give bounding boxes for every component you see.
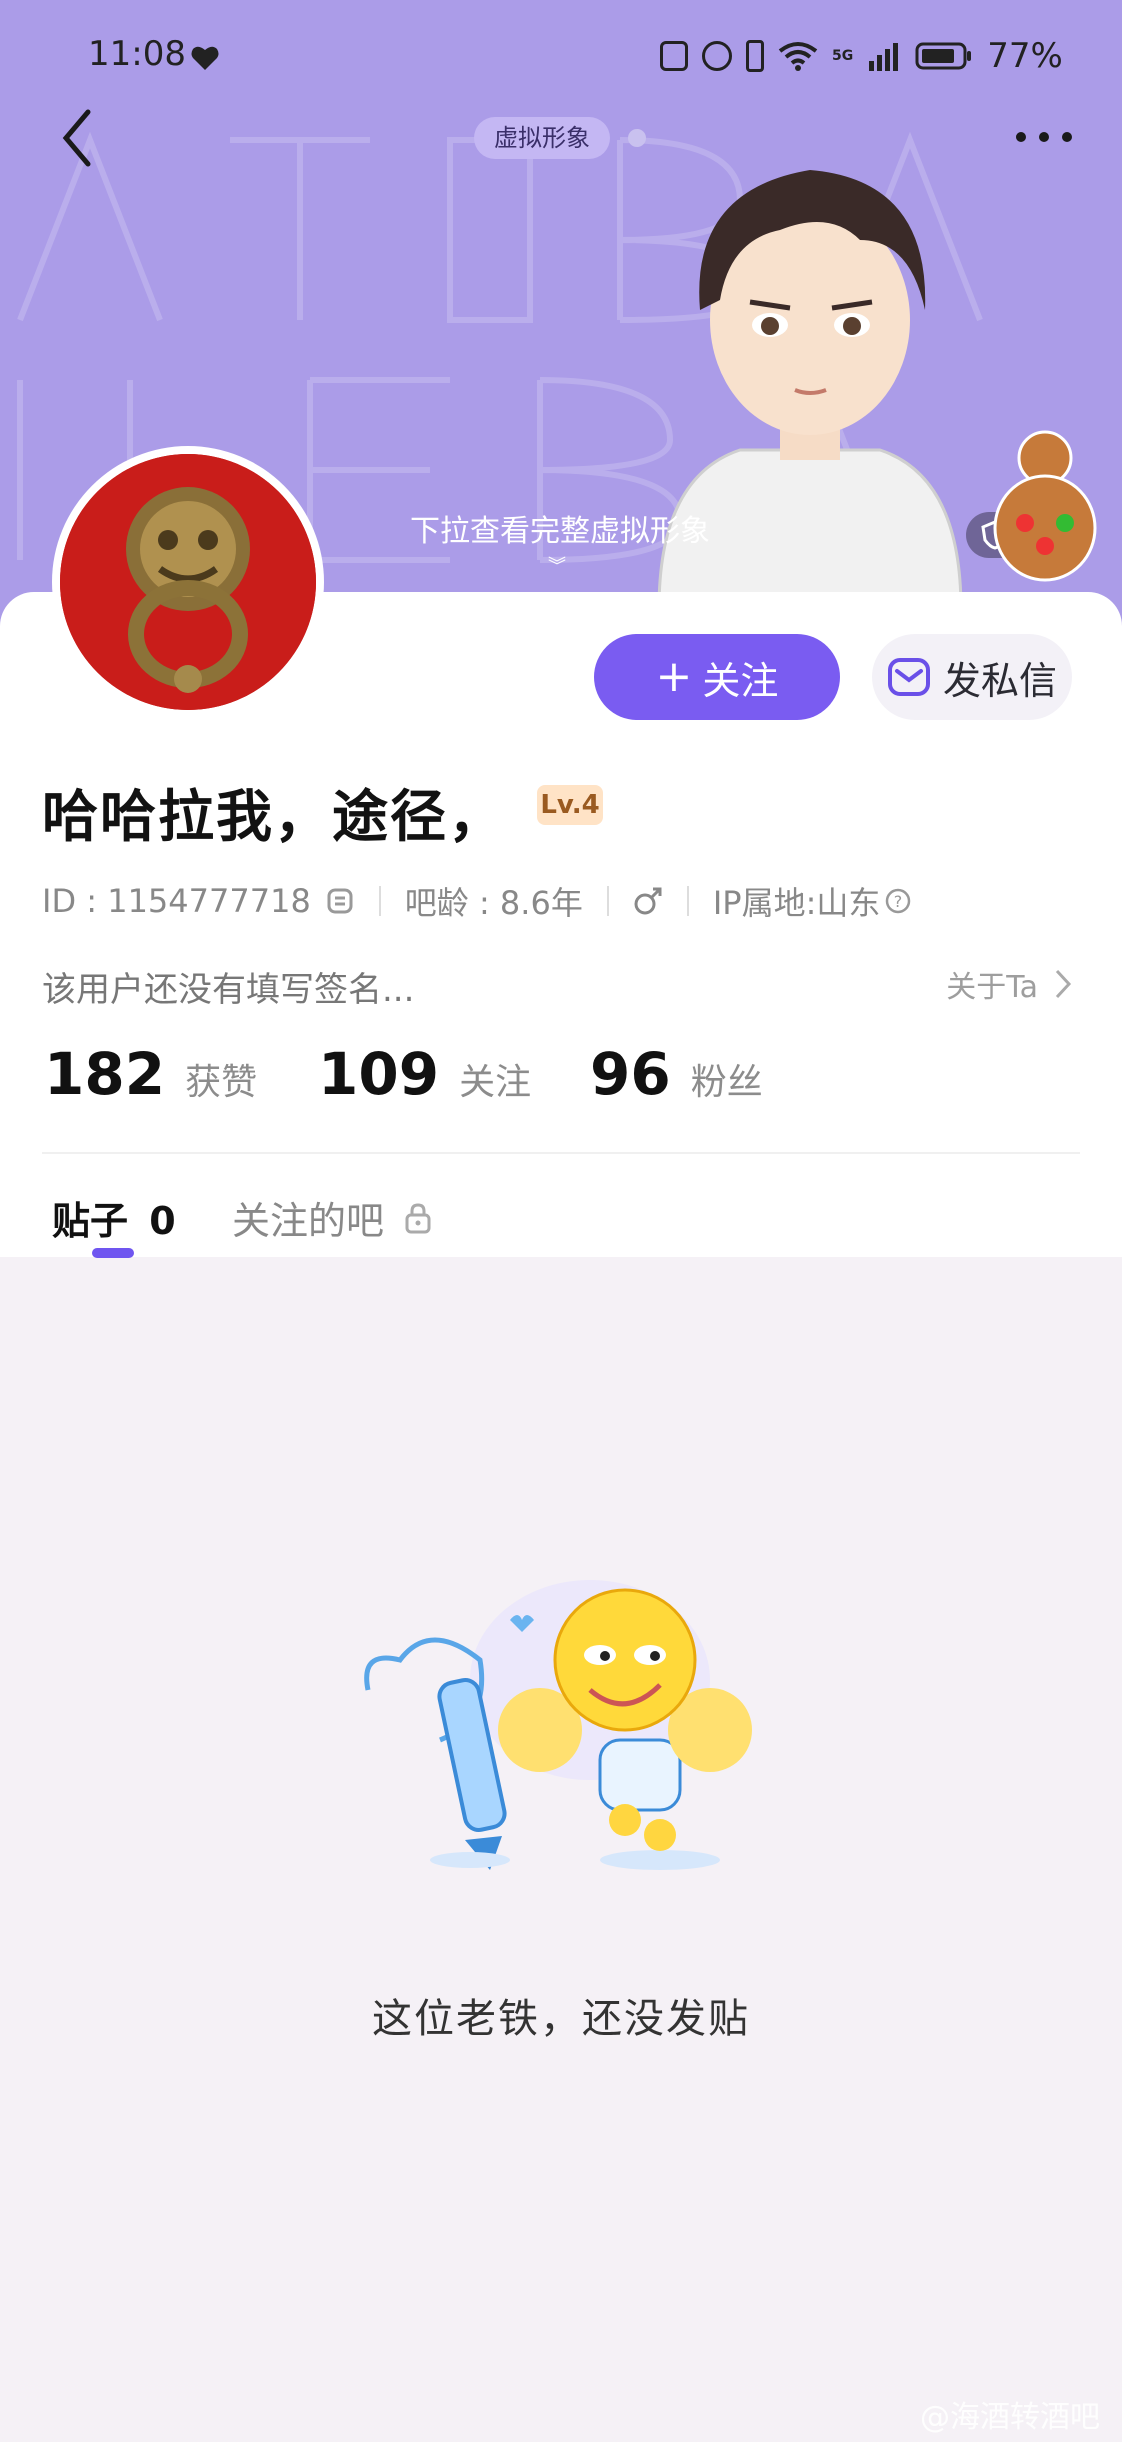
user-name: 哈哈拉我，途径， [42,785,506,850]
svg-text:?: ? [894,892,903,911]
about-link[interactable]: 关于Ta [946,962,1072,1006]
help-icon[interactable]: ? [884,887,912,915]
empty-state-message: 这位老铁，还没发贴 [372,1996,750,2042]
signature: 该用户还没有填写签名... [42,970,415,1010]
lock-icon [405,1202,431,1233]
message-button[interactable]: 发私信 [872,634,1072,720]
male-icon [634,887,662,915]
network-type: 5G [832,48,854,64]
more-icon[interactable] [1014,130,1074,144]
profile-meta: ID : 1154777718 吧龄 : 8.6年 IP属地:山东 ? [42,878,912,924]
status-time: 11:08 [88,34,186,74]
following-stat[interactable]: 109 关注 [318,1040,531,1108]
divider [378,886,381,916]
pull-hint: 下拉查看完整虚拟形象 [410,514,710,549]
fans-label: 粉丝 [690,1062,763,1103]
tab-posts[interactable]: 贴子 0 [52,1190,176,1245]
back-icon[interactable] [60,108,94,168]
chevron-down-icon: ︾ [548,556,566,577]
vibrate-icon [746,40,764,72]
bar-age: 吧龄 : 8.6年 [404,884,583,922]
follow-label: 关注 [702,658,779,703]
carousel-dot [628,129,646,147]
tab-followed-bars-label: 关注的吧 [232,1199,385,1243]
fans-stat[interactable]: 96 粉丝 [590,1040,763,1108]
copy-icon[interactable] [325,886,355,916]
likes-label: 获赞 [185,1062,258,1103]
avatar[interactable] [52,446,324,718]
tab-followed-bars[interactable]: 关注的吧 [232,1190,432,1245]
divider [606,886,609,916]
watermark: @海酒转酒吧 [920,2400,1100,2435]
signal-icon [869,43,899,71]
ip-location: IP属地:山东 [712,884,881,922]
battery-icon [915,42,972,70]
empty-state-illustration [364,1580,752,1870]
gingerbread-icon[interactable] [980,428,1110,588]
plus-icon: + [655,651,693,702]
message-label: 发私信 [942,658,1057,703]
about-label: 关于Ta [946,970,1038,1005]
following-label: 关注 [459,1062,532,1103]
mail-icon [887,658,930,696]
likes-stat[interactable]: 182 获赞 [44,1040,257,1108]
follow-button[interactable]: + 关注 [594,634,840,720]
avatar-label[interactable]: 虚拟形象 [474,117,610,159]
battery-percent: 77% [987,36,1063,76]
tab-posts-count: 0 [149,1199,176,1243]
status-icons: 5G 77% [660,36,1063,76]
wifi-icon [778,42,818,71]
user-id: ID : 1154777718 [42,882,311,920]
following-count: 109 [318,1040,440,1108]
chevron-right-icon [1055,969,1072,999]
divider [686,886,689,916]
alarm-icon [702,41,732,71]
door-knocker-image [60,454,316,710]
likes-count: 182 [44,1040,166,1108]
active-tab-indicator [92,1248,134,1258]
virtual-avatar-character[interactable] [630,150,990,640]
tab-posts-label: 贴子 [52,1199,129,1243]
level-badge[interactable]: Lv.4 [537,785,603,825]
nfc-icon [660,41,688,71]
section-divider [42,1152,1080,1154]
fans-count: 96 [590,1040,671,1108]
heart-shield-icon [191,46,219,70]
